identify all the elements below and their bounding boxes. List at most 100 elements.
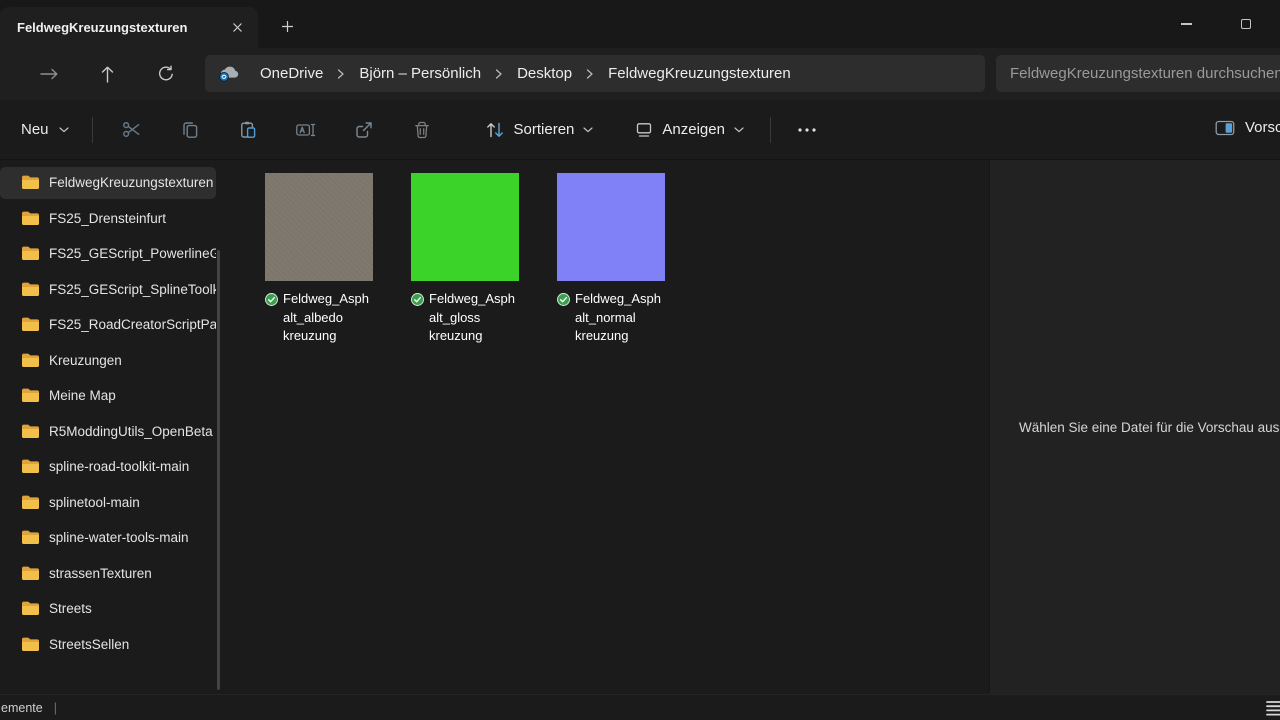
chevron-right-icon[interactable] <box>583 69 597 79</box>
cut-button[interactable] <box>110 111 154 149</box>
rename-button[interactable] <box>284 111 328 149</box>
expand-chevron-icon[interactable]: › <box>0 176 4 191</box>
sidebar-item-fs25-gescript-splinetoolkit[interactable]: ›FS25_GEScript_SplineToolkit <box>0 273 216 305</box>
paste-icon <box>238 120 258 140</box>
sidebar-item-spline-road-toolkit-main[interactable]: › spline-road-toolkit-main <box>0 451 216 483</box>
breadcrumb-item[interactable]: Desktop <box>508 61 581 86</box>
sidebar-item-fs25-gescript-powerlinegen[interactable]: ›FS25_GEScript_PowerlineGen <box>0 238 216 270</box>
refresh-button[interactable] <box>148 56 184 92</box>
sidebar-item-streetssellen[interactable]: ›StreetsSellen <box>0 628 216 660</box>
folder-icon <box>21 424 40 439</box>
status-separator: | <box>54 701 57 715</box>
minimize-icon <box>1181 23 1192 24</box>
expand-chevron-icon[interactable]: › <box>0 531 4 546</box>
expand-chevron-icon[interactable]: › <box>0 389 4 404</box>
preview-pane: Wählen Sie eine Datei für die Vorschau a… <box>989 160 1280 694</box>
folder-icon <box>21 566 40 581</box>
file-item[interactable]: Feldweg_Asphalt_albedokreuzung <box>265 173 373 346</box>
chevron-right-icon[interactable] <box>334 69 348 79</box>
file-thumbnail[interactable] <box>265 173 373 281</box>
chevron-down-icon <box>734 127 744 133</box>
sidebar-item-label: strassenTexturen <box>49 566 216 581</box>
breadcrumb-item[interactable]: FeldwegKreuzungstexturen <box>599 61 800 86</box>
close-icon <box>232 22 243 33</box>
sidebar-item-streets[interactable]: ›Streets <box>0 593 216 625</box>
expand-chevron-icon[interactable]: › <box>0 637 4 652</box>
file-thumbnail[interactable] <box>411 173 519 281</box>
preview-toggle-label: Vorschau <box>1245 119 1280 136</box>
new-button[interactable]: Neu <box>8 113 82 146</box>
file-label-line: alt_normal <box>575 309 689 328</box>
tab-close-button[interactable] <box>224 15 250 41</box>
expand-chevron-icon[interactable]: › <box>0 318 4 333</box>
expand-chevron-icon[interactable]: › <box>0 460 4 475</box>
paste-button[interactable] <box>226 111 270 149</box>
sidebar-item-strassentexturen[interactable]: › strassenTexturen <box>0 557 216 589</box>
forward-button[interactable] <box>31 56 67 92</box>
expand-chevron-icon[interactable]: › <box>0 211 4 226</box>
search-input[interactable]: FeldwegKreuzungstexturen durchsuchen <box>996 55 1280 92</box>
address-bar-row: OneDrive Björn – Persönlich Desktop Feldweg… <box>0 48 1280 100</box>
chevron-right-icon[interactable] <box>492 69 506 79</box>
file-label-line: kreuzung <box>575 327 689 346</box>
details-view-icon[interactable] <box>1266 700 1280 716</box>
maximize-button[interactable] <box>1223 0 1269 48</box>
more-options-button[interactable] <box>785 111 829 149</box>
toolbar-divider <box>92 117 93 143</box>
file-list-area[interactable]: Feldweg_Asphalt_albedokreuzung Feldweg_As… <box>238 160 989 694</box>
sidebar-item-kreuzungen[interactable]: › Kreuzungen <box>0 344 216 376</box>
sort-button[interactable]: Sortieren <box>473 113 606 147</box>
preview-pane-message: Wählen Sie eine Datei für die Vorschau a… <box>990 420 1280 435</box>
sync-ok-icon <box>557 293 570 306</box>
folder-icon <box>21 353 40 368</box>
minimize-button[interactable] <box>1163 0 1209 48</box>
expand-chevron-icon[interactable]: › <box>0 495 4 510</box>
sidebar-item-label: splinetool-main <box>49 495 216 510</box>
sidebar-item-label: spline-road-toolkit-main <box>49 459 216 474</box>
delete-button[interactable] <box>400 111 444 149</box>
folder-icon <box>21 495 40 510</box>
sidebar-item-feldwegkreuzungstexturen[interactable]: ›FeldwegKreuzungstexturen <box>0 167 216 199</box>
sidebar-item-splinetool-main[interactable]: › splinetool-main <box>0 486 216 518</box>
preview-pane-toggle-button[interactable]: Vorschau <box>1205 111 1280 144</box>
item-count-text: emente <box>1 701 43 715</box>
folder-icon <box>21 211 40 226</box>
sidebar-item-meine-map[interactable]: › Meine Map <box>0 380 216 412</box>
folder-icon <box>21 601 40 616</box>
file-item[interactable]: Feldweg_Asphalt_glosskreuzung <box>411 173 519 346</box>
breadcrumb[interactable]: OneDrive Björn – Persönlich Desktop Feldweg… <box>205 55 985 92</box>
tab-active[interactable]: FeldwegKreuzungstexturen <box>0 7 258 48</box>
delete-icon <box>412 120 432 140</box>
plus-icon <box>281 20 294 33</box>
sidebar-item-label: Meine Map <box>49 388 216 403</box>
sidebar-item-r5moddingutils-openbeta[interactable]: ›R5ModdingUtils_OpenBeta <box>0 415 216 447</box>
preview-pane-icon <box>1215 120 1235 136</box>
sync-ok-icon <box>265 293 278 306</box>
expand-chevron-icon[interactable]: › <box>0 282 4 297</box>
new-tab-button[interactable] <box>271 11 303 41</box>
breadcrumb-item[interactable]: OneDrive <box>251 61 332 86</box>
folder-icon <box>21 317 40 332</box>
share-button[interactable] <box>342 111 386 149</box>
view-button[interactable]: Anzeigen <box>623 113 756 146</box>
expand-chevron-icon[interactable]: › <box>0 424 4 439</box>
file-item[interactable]: Feldweg_Asphalt_normalkreuzung <box>557 173 665 346</box>
sidebar-item-label: Kreuzungen <box>49 353 216 368</box>
expand-chevron-icon[interactable]: › <box>0 602 4 617</box>
expand-chevron-icon[interactable]: › <box>0 247 4 262</box>
sidebar-item-spline-water-tools-main[interactable]: ›spline-water-tools-main <box>0 522 216 554</box>
expand-chevron-icon[interactable]: › <box>0 566 4 581</box>
sidebar-scrollbar[interactable] <box>217 250 220 690</box>
copy-button[interactable] <box>168 111 212 149</box>
expand-chevron-icon[interactable]: › <box>0 353 4 368</box>
file-label-line: alt_gloss <box>429 309 543 328</box>
sidebar-item-fs25-roadcreatorscriptpack[interactable]: ›FS25_RoadCreatorScriptPack <box>0 309 216 341</box>
up-button[interactable] <box>89 56 125 92</box>
breadcrumb-item[interactable]: Björn – Persönlich <box>350 61 490 86</box>
sidebar-item-fs25-drensteinfurt[interactable]: ›FS25_Drensteinfurt <box>0 202 216 234</box>
forward-icon <box>40 67 59 81</box>
cut-icon <box>121 119 142 140</box>
view-layout-icon <box>635 121 653 138</box>
file-label: Feldweg_Asphalt_glosskreuzung <box>411 290 543 346</box>
file-thumbnail[interactable] <box>557 173 665 281</box>
